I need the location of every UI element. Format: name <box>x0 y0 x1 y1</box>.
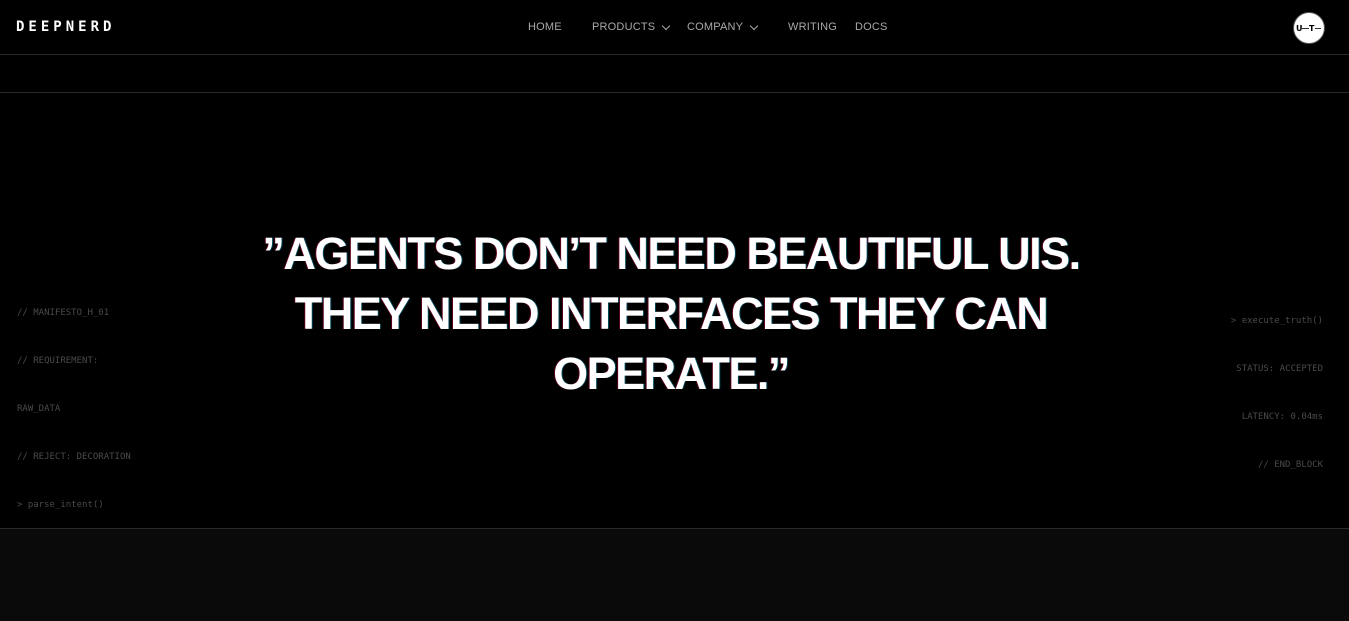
nav-docs[interactable]: DOCS <box>855 21 888 33</box>
quote-line: ”AGENTS DON’T NEED BEAUTIFUL UIS. <box>262 228 1081 279</box>
main-nav: HOME PRODUCTS COMPANY WRITING DOCS <box>0 0 1349 55</box>
manifesto-quote: ”AGENTS DON’T NEED BEAUTIFUL UIS. THEY N… <box>240 224 1102 404</box>
svg-text:T: T <box>1309 24 1315 33</box>
code-annotation-left: // MANIFESTO_H_01 // REQUIREMENT: RAW_DA… <box>17 273 131 545</box>
nav-products[interactable]: PRODUCTS <box>592 21 671 33</box>
nav-home[interactable]: HOME <box>528 21 562 33</box>
chevron-down-icon <box>749 21 759 30</box>
code-line: STATUS: ACCEPTED <box>1236 364 1323 374</box>
user-avatar-icon: U T <box>1296 24 1321 33</box>
user-avatar[interactable]: U T <box>1293 12 1325 44</box>
top-navigation-bar: DEEPNERD HOME PRODUCTS COMPANY WRITING D… <box>0 0 1349 55</box>
manifesto-hero: // MANIFESTO_H_01 // REQUIREMENT: RAW_DA… <box>0 93 1349 529</box>
nav-company[interactable]: COMPANY <box>687 21 759 33</box>
nav-products-label: PRODUCTS <box>592 21 656 33</box>
quote-line: OPERATE.” <box>553 348 790 399</box>
nav-writing-label: WRITING <box>788 21 838 33</box>
code-line: // REJECT: DECORATION <box>17 452 131 462</box>
code-line: LATENCY: 0.04ms <box>1241 412 1323 422</box>
nav-company-label: COMPANY <box>687 21 744 33</box>
code-line: // END_BLOCK <box>1257 460 1323 470</box>
brand-logo[interactable]: DEEPNERD <box>16 19 115 35</box>
code-line: // REQUIREMENT: <box>17 356 99 366</box>
code-annotation-right: > execute_truth() STATUS: ACCEPTED LATEN… <box>1231 281 1323 505</box>
nav-docs-label: DOCS <box>855 21 888 33</box>
next-section <box>0 529 1349 621</box>
code-line: > parse_intent() <box>17 500 104 510</box>
code-line: // MANIFESTO_H_01 <box>17 308 110 318</box>
code-line: RAW_DATA <box>17 404 61 414</box>
svg-text:U: U <box>1296 24 1303 33</box>
nav-writing[interactable]: WRITING <box>788 21 837 33</box>
nav-home-label: HOME <box>528 21 562 33</box>
page: DEEPNERD HOME PRODUCTS COMPANY WRITING D… <box>0 0 1349 621</box>
code-line: > execute_truth() <box>1230 316 1323 326</box>
quote-line: THEY NEED INTERFACES THEY CAN <box>294 288 1049 339</box>
chevron-down-icon <box>662 21 671 30</box>
secondary-strip <box>0 55 1349 93</box>
